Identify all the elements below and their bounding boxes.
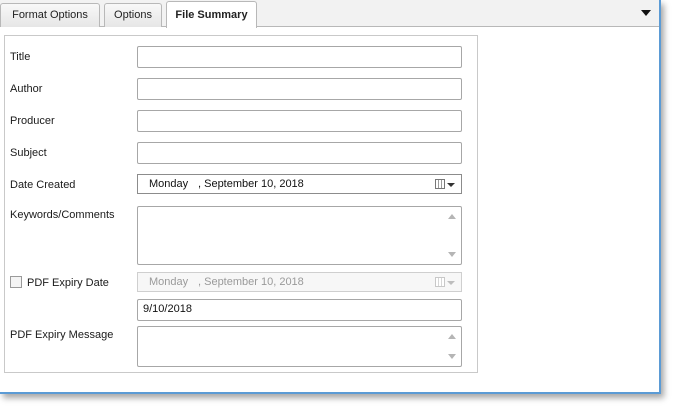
- date-created-date[interactable]: , September 10, 2018: [198, 178, 304, 190]
- tab-format-options[interactable]: Format Options: [0, 3, 100, 27]
- keywords-textarea[interactable]: [137, 206, 462, 265]
- pdf-expiry-message-label: PDF Expiry Message: [10, 329, 114, 341]
- scroll-up-icon[interactable]: [448, 334, 456, 339]
- date-created-label: Date Created: [10, 179, 76, 191]
- tab-options[interactable]: Options: [104, 3, 162, 27]
- keywords-scrollbar[interactable]: [444, 208, 460, 263]
- pdf-expiry-date-input[interactable]: 9/10/2018: [137, 299, 462, 321]
- tab-file-summary[interactable]: File Summary: [166, 1, 257, 28]
- pdf-expiry-message-textarea[interactable]: [137, 326, 462, 367]
- calendar-icon: [435, 277, 445, 287]
- pdf-expiry-message-scrollbar[interactable]: [444, 328, 460, 365]
- producer-input[interactable]: [137, 110, 462, 132]
- chevron-down-icon[interactable]: [447, 183, 455, 187]
- date-created-day[interactable]: Monday: [149, 178, 188, 190]
- scroll-up-icon[interactable]: [448, 214, 456, 219]
- title-label: Title: [10, 51, 31, 63]
- subject-input[interactable]: [137, 142, 462, 164]
- tab-menu-chevron-down-icon[interactable]: [641, 10, 651, 16]
- author-input[interactable]: [137, 78, 462, 100]
- pdf-expiry-label: PDF Expiry Date: [27, 277, 109, 289]
- pdf-expiry-checkbox[interactable]: [10, 276, 22, 288]
- scroll-down-icon[interactable]: [448, 252, 456, 257]
- pdf-expiry-date: , September 10, 2018: [198, 276, 304, 288]
- title-input[interactable]: [137, 46, 462, 68]
- subject-label: Subject: [10, 147, 47, 159]
- tab-strip: Format Options Options File Summary: [0, 0, 659, 28]
- chevron-down-icon: [447, 281, 455, 285]
- pdf-expiry-picker[interactable]: Monday , September 10, 2018: [137, 272, 462, 292]
- date-created-picker[interactable]: Monday , September 10, 2018: [137, 174, 462, 194]
- window-frame: Format Options Options File Summary Titl…: [0, 0, 661, 394]
- keywords-label: Keywords/Comments: [10, 209, 115, 221]
- scroll-down-icon[interactable]: [448, 354, 456, 359]
- author-label: Author: [10, 83, 43, 95]
- pdf-expiry-day: Monday: [149, 276, 189, 288]
- producer-label: Producer: [10, 115, 55, 127]
- calendar-icon[interactable]: [435, 179, 445, 189]
